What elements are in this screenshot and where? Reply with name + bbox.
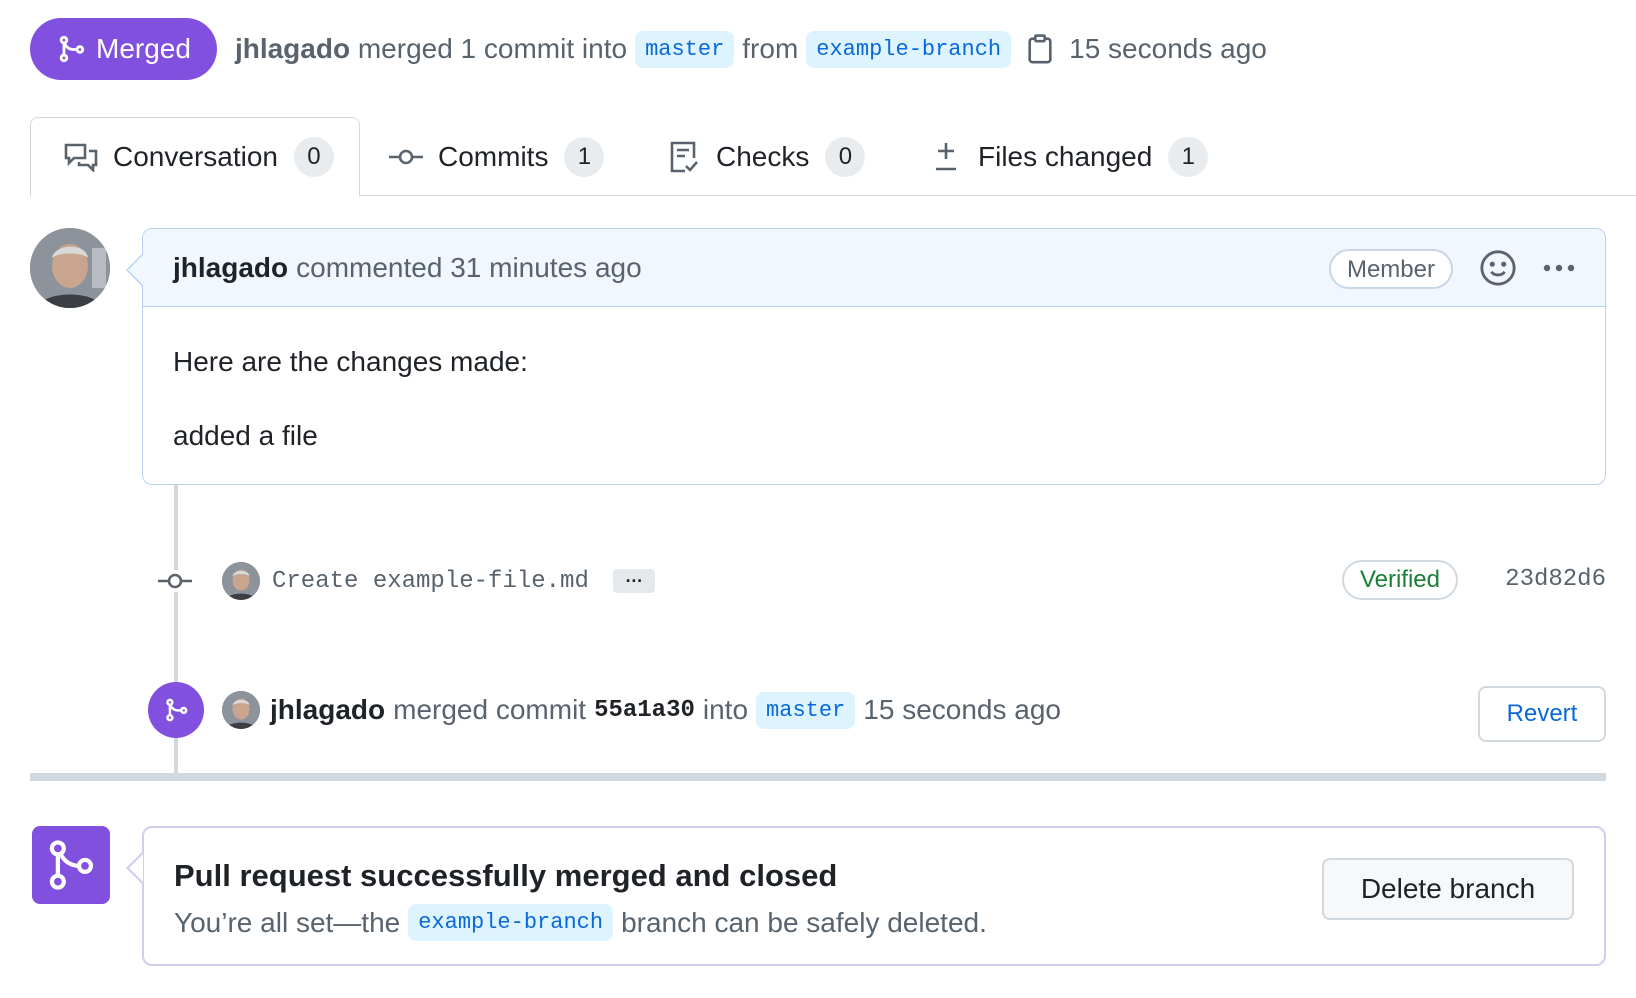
copy-icon [1028, 34, 1052, 64]
timeline-divider [30, 773, 1606, 781]
commit-row: Create example-file.md … Verified 23d82d… [158, 558, 1606, 604]
commit-expand-button[interactable]: … [612, 567, 655, 593]
tab-conversation-label: Conversation [113, 141, 278, 172]
git-merge-icon [49, 840, 94, 890]
add-reaction-button[interactable] [1479, 249, 1517, 287]
merged-state-badge: Merged [30, 18, 217, 80]
tab-checks[interactable]: Checks 0 [666, 117, 866, 196]
comment-box: jhlagado commented 31 minutes ago Member… [142, 228, 1606, 485]
tab-checks-label: Checks [716, 140, 810, 172]
merge-author-link[interactable]: jhlagado [270, 694, 385, 726]
merged-status-badge [32, 826, 110, 904]
comment-body-line: added a file [173, 420, 318, 451]
comment-author-link[interactable]: jhlagado [173, 252, 288, 284]
tab-files-changed-label: Files changed [978, 140, 1153, 172]
merged-sub-before: You’re all set—the [174, 906, 401, 938]
merge-event-text: jhlagado merged commit 55a1a30 into mast… [270, 691, 1061, 729]
merged-status-title: Pull request successfully merged and clo… [174, 858, 838, 893]
delete-branch-button[interactable]: Delete branch [1322, 858, 1574, 920]
comment-body: Here are the changes made: added a file [143, 307, 1605, 491]
header-summary: jhlagado merged 1 commit into master fro… [235, 30, 1267, 68]
copy-branch-button[interactable] [1025, 34, 1055, 64]
comment-meta[interactable]: commented 31 minutes ago [296, 252, 642, 284]
merge-commit-sha-link[interactable]: 55a1a30 [594, 697, 695, 724]
merger-avatar[interactable] [222, 691, 260, 729]
tab-commits-count: 1 [564, 136, 605, 177]
merge-text-before: merged commit [393, 694, 587, 725]
deletable-branch-chip[interactable]: example-branch [408, 904, 614, 941]
member-badge: Member [1328, 249, 1453, 289]
git-merge-icon [59, 35, 85, 63]
comment-discussion-icon [63, 139, 99, 175]
merge-event-row: jhlagado merged commit 55a1a30 into mast… [148, 682, 1606, 742]
checklist-icon [666, 139, 702, 175]
file-diff-icon [928, 139, 964, 175]
comment-more-button[interactable] [1539, 253, 1579, 283]
header-author-link[interactable]: jhlagado [235, 33, 350, 65]
comment-author-avatar[interactable] [30, 228, 110, 308]
merged-state-label: Merged [96, 33, 191, 64]
commit-author-avatar[interactable] [222, 562, 260, 600]
merge-event-badge [148, 682, 204, 738]
merge-event-time[interactable]: 15 seconds ago [863, 694, 1061, 726]
header-from-text: from [742, 33, 799, 64]
verified-badge[interactable]: Verified [1341, 560, 1458, 600]
header-action-text: merged 1 commit into [357, 33, 628, 64]
header-time: 15 seconds ago [1069, 33, 1267, 64]
tab-files-changed[interactable]: Files changed 1 [928, 117, 1209, 196]
merged-box-caret-fill [129, 854, 143, 882]
commit-message-link[interactable]: Create example-file.md [272, 568, 589, 595]
comment-body-line: Here are the changes made: [173, 346, 528, 377]
merge-target-branch-chip[interactable]: master [756, 691, 856, 729]
git-merge-icon [166, 698, 188, 722]
pr-tabs: Conversation 0 Commits 1 Checks 0 Files … [30, 117, 1636, 197]
tab-checks-count: 0 [825, 136, 866, 177]
commit-sha-link[interactable]: 23d82d6 [1505, 566, 1606, 593]
kebab-horizontal-icon [1543, 264, 1575, 272]
git-commit-icon [388, 139, 424, 175]
tab-commits[interactable]: Commits 1 [388, 117, 605, 196]
tab-conversation-count: 0 [293, 137, 334, 177]
merge-text-into: into [702, 694, 749, 725]
pr-header: Merged jhlagado merged 1 commit into mas… [30, 18, 1267, 80]
tab-commits-label: Commits [438, 140, 549, 172]
base-branch-chip[interactable]: master [635, 30, 735, 68]
merged-status-box: Pull request successfully merged and clo… [142, 826, 1606, 966]
merged-status-subtitle: You’re all set—the example-branch branch… [174, 904, 987, 941]
tab-conversation[interactable]: Conversation 0 [30, 117, 360, 197]
head-branch-chip[interactable]: example-branch [806, 30, 1012, 68]
comment-caret-fill [128, 255, 143, 285]
git-commit-icon [158, 570, 192, 592]
tab-files-changed-count: 1 [1168, 136, 1209, 177]
revert-button[interactable]: Revert [1478, 686, 1606, 742]
smiley-icon [1480, 250, 1516, 286]
merged-sub-after: branch can be safely deleted. [621, 906, 987, 938]
